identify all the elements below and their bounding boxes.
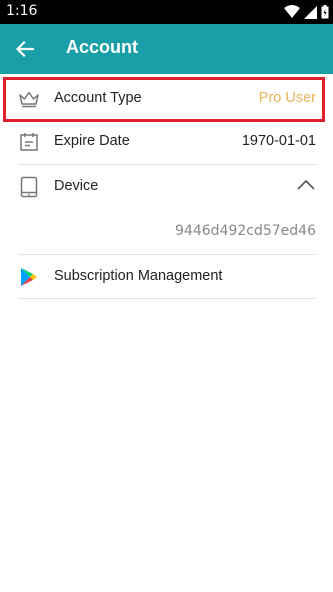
chevron-up-icon[interactable] xyxy=(296,179,316,195)
expire-date-value: 1970-01-01 xyxy=(241,133,316,149)
status-time: 1:16 xyxy=(6,3,38,19)
device-row[interactable]: Device xyxy=(18,165,316,210)
battery-icon xyxy=(321,5,329,19)
expire-date-row: Expire Date 1970-01-01 xyxy=(18,120,316,165)
status-bar: 1:16 xyxy=(0,0,333,24)
back-button[interactable] xyxy=(12,37,38,61)
highlight-box xyxy=(3,77,325,122)
calendar-icon xyxy=(18,131,40,153)
status-icons xyxy=(284,4,329,20)
arrow-back-icon xyxy=(16,41,34,57)
expire-date-label: Expire Date xyxy=(54,133,130,149)
device-id: 9446d492cd57ed46 xyxy=(175,223,316,239)
google-play-icon xyxy=(18,266,40,288)
wifi-icon xyxy=(284,5,300,18)
subscription-management-row[interactable]: Subscription Management xyxy=(18,254,316,299)
app-bar: Account xyxy=(0,24,333,74)
signal-icon xyxy=(304,5,317,19)
tablet-icon xyxy=(18,176,40,198)
subscription-management-label: Subscription Management xyxy=(54,268,223,284)
device-label: Device xyxy=(54,178,99,194)
page-title: Account xyxy=(66,37,138,57)
